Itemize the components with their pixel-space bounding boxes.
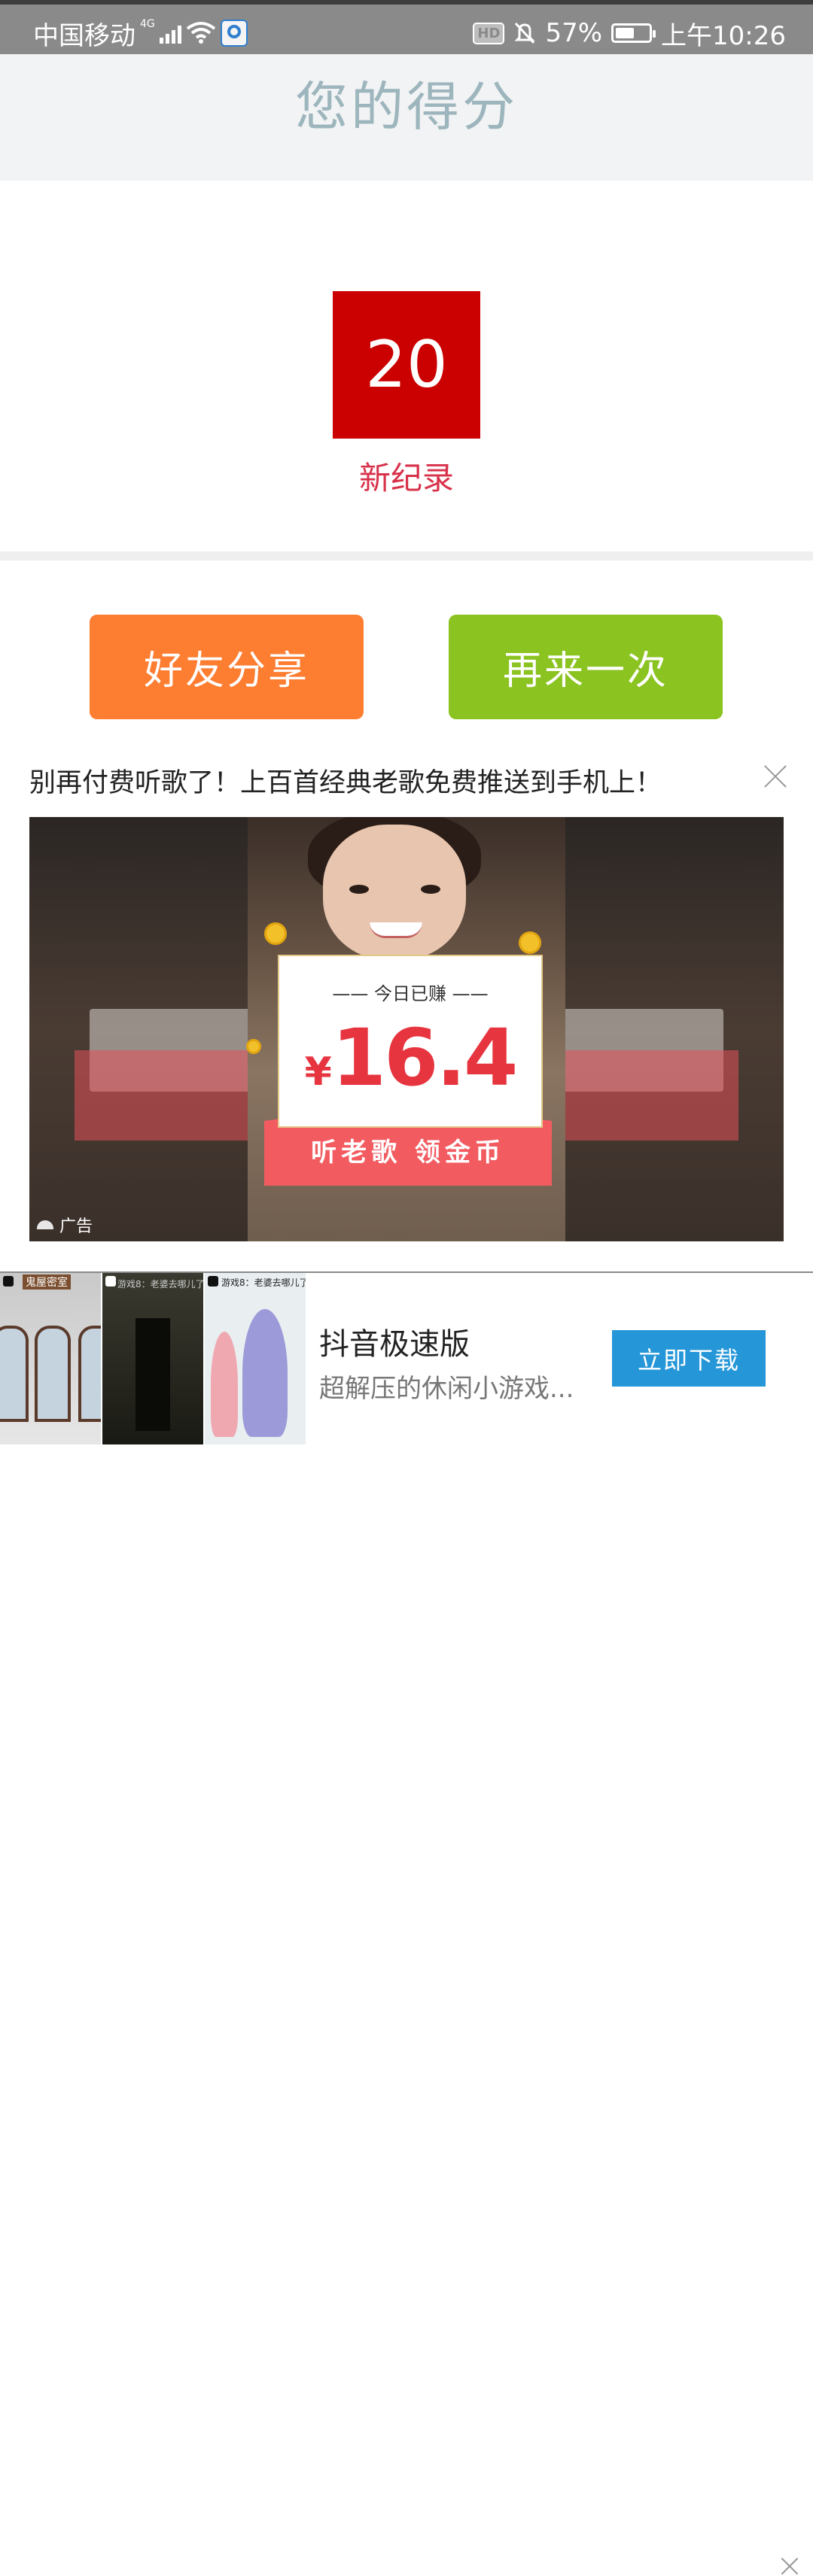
- ad-label: 广告: [37, 1213, 93, 1237]
- game-thumbnail-2[interactable]: 游戏8：老婆去哪儿了: [102, 1273, 203, 1444]
- currency-symbol: ¥: [304, 1050, 332, 1095]
- envelope-cta: 听老歌 领金币: [311, 1138, 505, 1168]
- app-notification-icon: [220, 20, 248, 47]
- model-eye: [349, 885, 369, 894]
- coin-icon: [519, 931, 541, 954]
- battery-level: [616, 28, 635, 38]
- earnings-subtitle: —— 今日已赚 ——: [332, 983, 489, 1004]
- play-again-button[interactable]: 再来一次: [449, 615, 723, 719]
- status-bar: 中国移动 4G HD 57% 上午10:26: [0, 0, 813, 54]
- battery-percent: 57%: [545, 18, 603, 48]
- banner-close-icon[interactable]: [780, 2556, 799, 2576]
- ad-logo-icon: [37, 1220, 53, 1229]
- douyin-logo-icon: [105, 1276, 116, 1286]
- status-left: 中国移动 4G: [33, 12, 248, 54]
- coin-icon: [246, 1039, 261, 1054]
- thumb-caption: 鬼屋密室: [23, 1274, 71, 1290]
- blur-red: [75, 1050, 255, 1141]
- douyin-logo-icon: [3, 1276, 14, 1286]
- blur-red: [558, 1050, 738, 1141]
- model-smile: [370, 922, 422, 938]
- ad-promo-photo: —— 今日已赚 —— ¥16.4 听老歌 领金币: [246, 817, 565, 1241]
- ad-close-icon[interactable]: [760, 761, 790, 791]
- earnings-card: —— 今日已赚 —— ¥16.4: [278, 955, 543, 1128]
- game-thumbnail-1[interactable]: 鬼屋密室: [0, 1273, 101, 1444]
- signal-icon: [159, 23, 181, 44]
- clock-time: 上午10:26: [661, 20, 786, 51]
- thumb-caption: 游戏8：老婆去哪儿了: [221, 1277, 306, 1288]
- thumb-caption: 游戏8：老婆去哪儿了: [117, 1279, 203, 1290]
- download-button[interactable]: 立即下载: [612, 1330, 766, 1387]
- window-shape: [78, 1326, 101, 1422]
- ad-tag-text: 广告: [59, 1217, 93, 1236]
- carrier-label: 中国移动: [33, 20, 136, 51]
- section-divider: [0, 551, 813, 560]
- window-shape: [35, 1326, 71, 1422]
- character-shape: [211, 1332, 238, 1437]
- score-value: 20: [333, 291, 480, 439]
- earnings-amount: ¥16.4: [279, 1012, 541, 1104]
- battery-icon: [611, 23, 656, 43]
- wifi-icon: [186, 22, 215, 44]
- model-face: [323, 825, 466, 960]
- mute-icon: [514, 22, 536, 44]
- ad-image[interactable]: —— 今日已赚 —— ¥16.4 听老歌 领金币 广告: [29, 817, 784, 1241]
- app-tagline: 超解压的休闲小游戏...: [319, 1374, 574, 1404]
- amount-value: 16.4: [331, 1012, 519, 1104]
- status-right: HD 57% 上午10:26: [473, 12, 786, 54]
- douyin-logo-icon: [208, 1276, 218, 1286]
- ad-blur-right: [558, 817, 784, 1241]
- game-thumbnail-3[interactable]: 游戏8：老婆去哪儿了: [205, 1273, 306, 1444]
- share-to-friends-button[interactable]: 好友分享: [90, 615, 364, 719]
- corridor-shape: [136, 1318, 170, 1431]
- page-header: 您的得分: [0, 54, 813, 181]
- network-type-label: 4G: [140, 18, 155, 30]
- app-name[interactable]: 抖音极速版: [319, 1320, 470, 1363]
- ad-blur-left: [29, 817, 255, 1241]
- character-shape: [242, 1309, 288, 1437]
- coin-icon: [264, 922, 287, 945]
- page-title: 您的得分: [295, 76, 518, 138]
- model-eye: [421, 885, 440, 894]
- new-record-label: 新纪录: [358, 460, 454, 497]
- ad-headline[interactable]: 别再付费听歌了！上百首经典老歌免费推送到手机上！: [29, 761, 662, 800]
- hd-icon: HD: [473, 22, 505, 44]
- window-shape: [0, 1326, 29, 1422]
